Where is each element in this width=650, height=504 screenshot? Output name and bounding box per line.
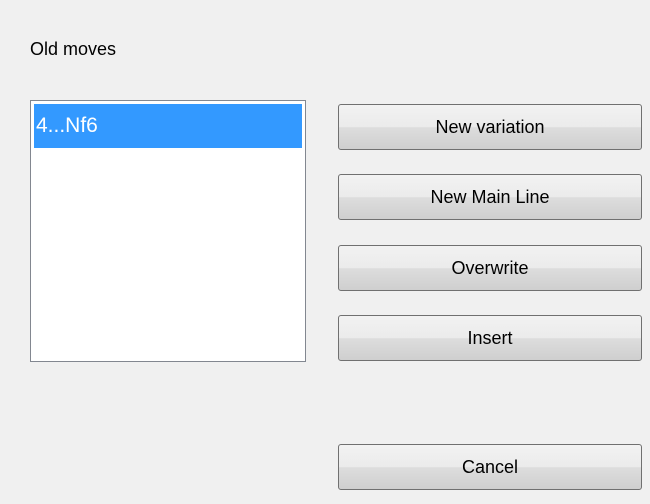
old-moves-label: Old moves <box>30 39 117 59</box>
new-variation-button[interactable]: New variation <box>338 104 642 150</box>
cancel-button[interactable]: Cancel <box>338 444 642 490</box>
move-entry-dialog: Old moves 4...Nf6 New variation New Main… <box>0 0 650 504</box>
old-moves-list[interactable]: 4...Nf6 <box>30 100 306 362</box>
overwrite-button[interactable]: Overwrite <box>338 245 642 291</box>
insert-button[interactable]: Insert <box>338 315 642 361</box>
list-item[interactable]: 4...Nf6 <box>34 104 302 148</box>
new-main-line-button[interactable]: New Main Line <box>338 174 642 220</box>
